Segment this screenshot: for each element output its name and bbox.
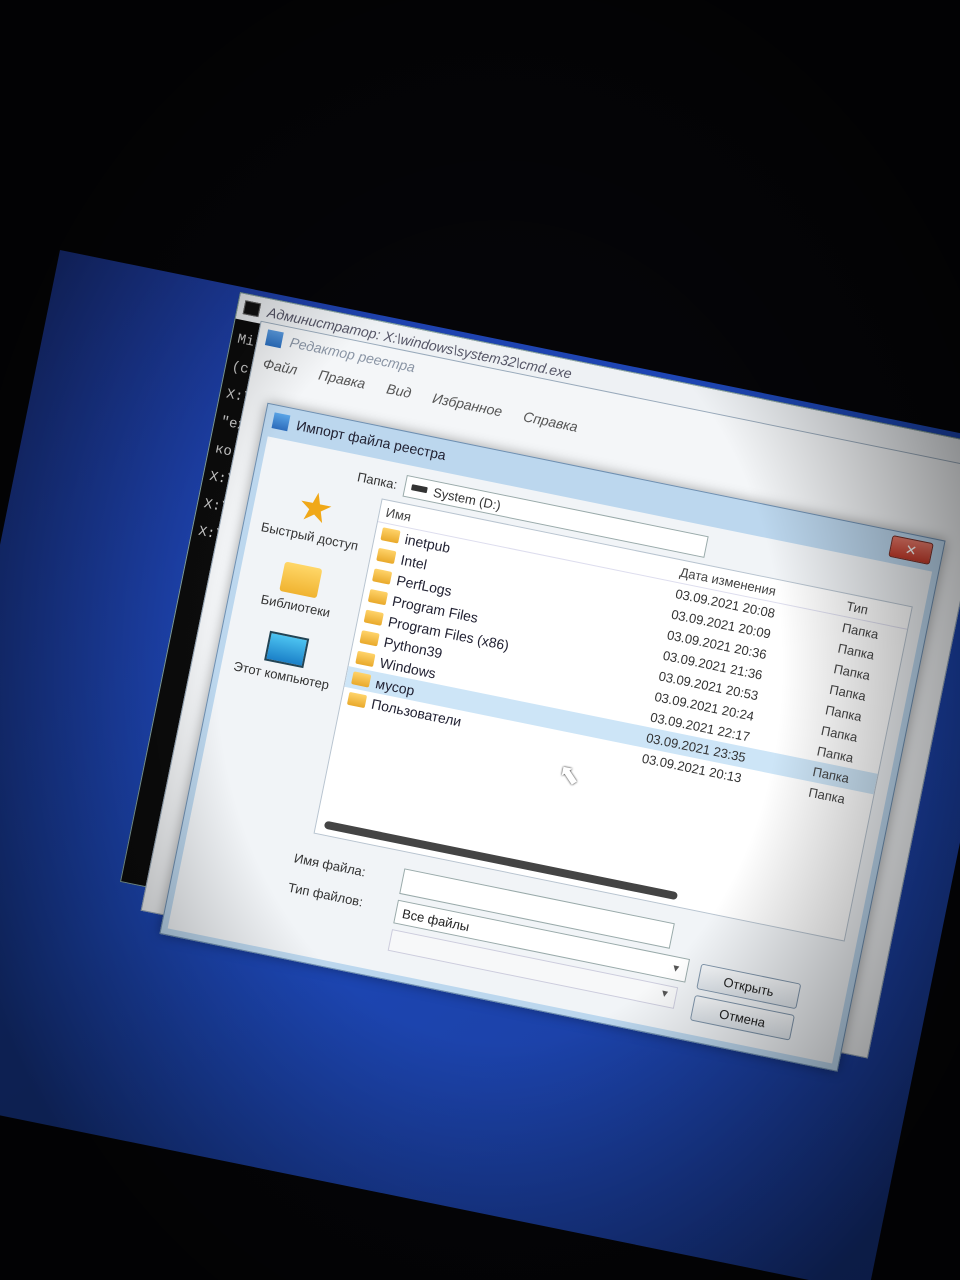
column-type[interactable]: Тип xyxy=(839,597,869,617)
filetype-label: Тип файлов: xyxy=(286,879,365,910)
folder-icon xyxy=(367,588,389,606)
folder-icon xyxy=(355,650,376,668)
folder-icon xyxy=(359,630,380,647)
folder-icon xyxy=(380,527,401,544)
lookin-value: System (D:) xyxy=(432,484,503,513)
folder-icon xyxy=(372,568,393,585)
filetype-value: Все файлы xyxy=(400,905,471,934)
photo-frame: Администратор: X:\windows\system32\cmd.e… xyxy=(0,0,960,1280)
drive-icon xyxy=(411,484,429,494)
item-name: Intel xyxy=(399,551,429,573)
filename-label: Имя файла: xyxy=(292,850,367,880)
chevron-down-icon: ▼ xyxy=(669,962,682,975)
computer-icon xyxy=(264,630,310,669)
menu-edit[interactable]: Правка xyxy=(317,367,367,392)
place-label: Библиотеки xyxy=(259,591,332,621)
place-this-pc[interactable]: Этот компьютер xyxy=(226,620,344,694)
lookin-label: Папка: xyxy=(356,468,399,492)
folder-icon xyxy=(351,671,372,688)
regedit-icon xyxy=(264,329,284,349)
import-dialog[interactable]: Импорт файла реестра ✕ Папка: System (D:… xyxy=(159,402,946,1072)
folder-icon xyxy=(363,609,384,626)
chevron-down-icon: ▼ xyxy=(658,987,671,1001)
star-icon: ★ xyxy=(293,483,338,534)
cmd-icon xyxy=(242,300,262,318)
regedit-icon xyxy=(271,412,291,432)
window-stack: Администратор: X:\windows\system32\cmd.e… xyxy=(100,292,960,1129)
menu-file[interactable]: Файл xyxy=(262,355,299,378)
folder-icon xyxy=(376,547,397,565)
place-libraries[interactable]: Библиотеки xyxy=(240,550,358,624)
place-quick-access[interactable]: ★ Быстрый доступ xyxy=(254,477,373,555)
menu-view[interactable]: Вид xyxy=(385,380,413,401)
folder-icon xyxy=(346,691,368,709)
libraries-folder-icon xyxy=(279,561,323,599)
